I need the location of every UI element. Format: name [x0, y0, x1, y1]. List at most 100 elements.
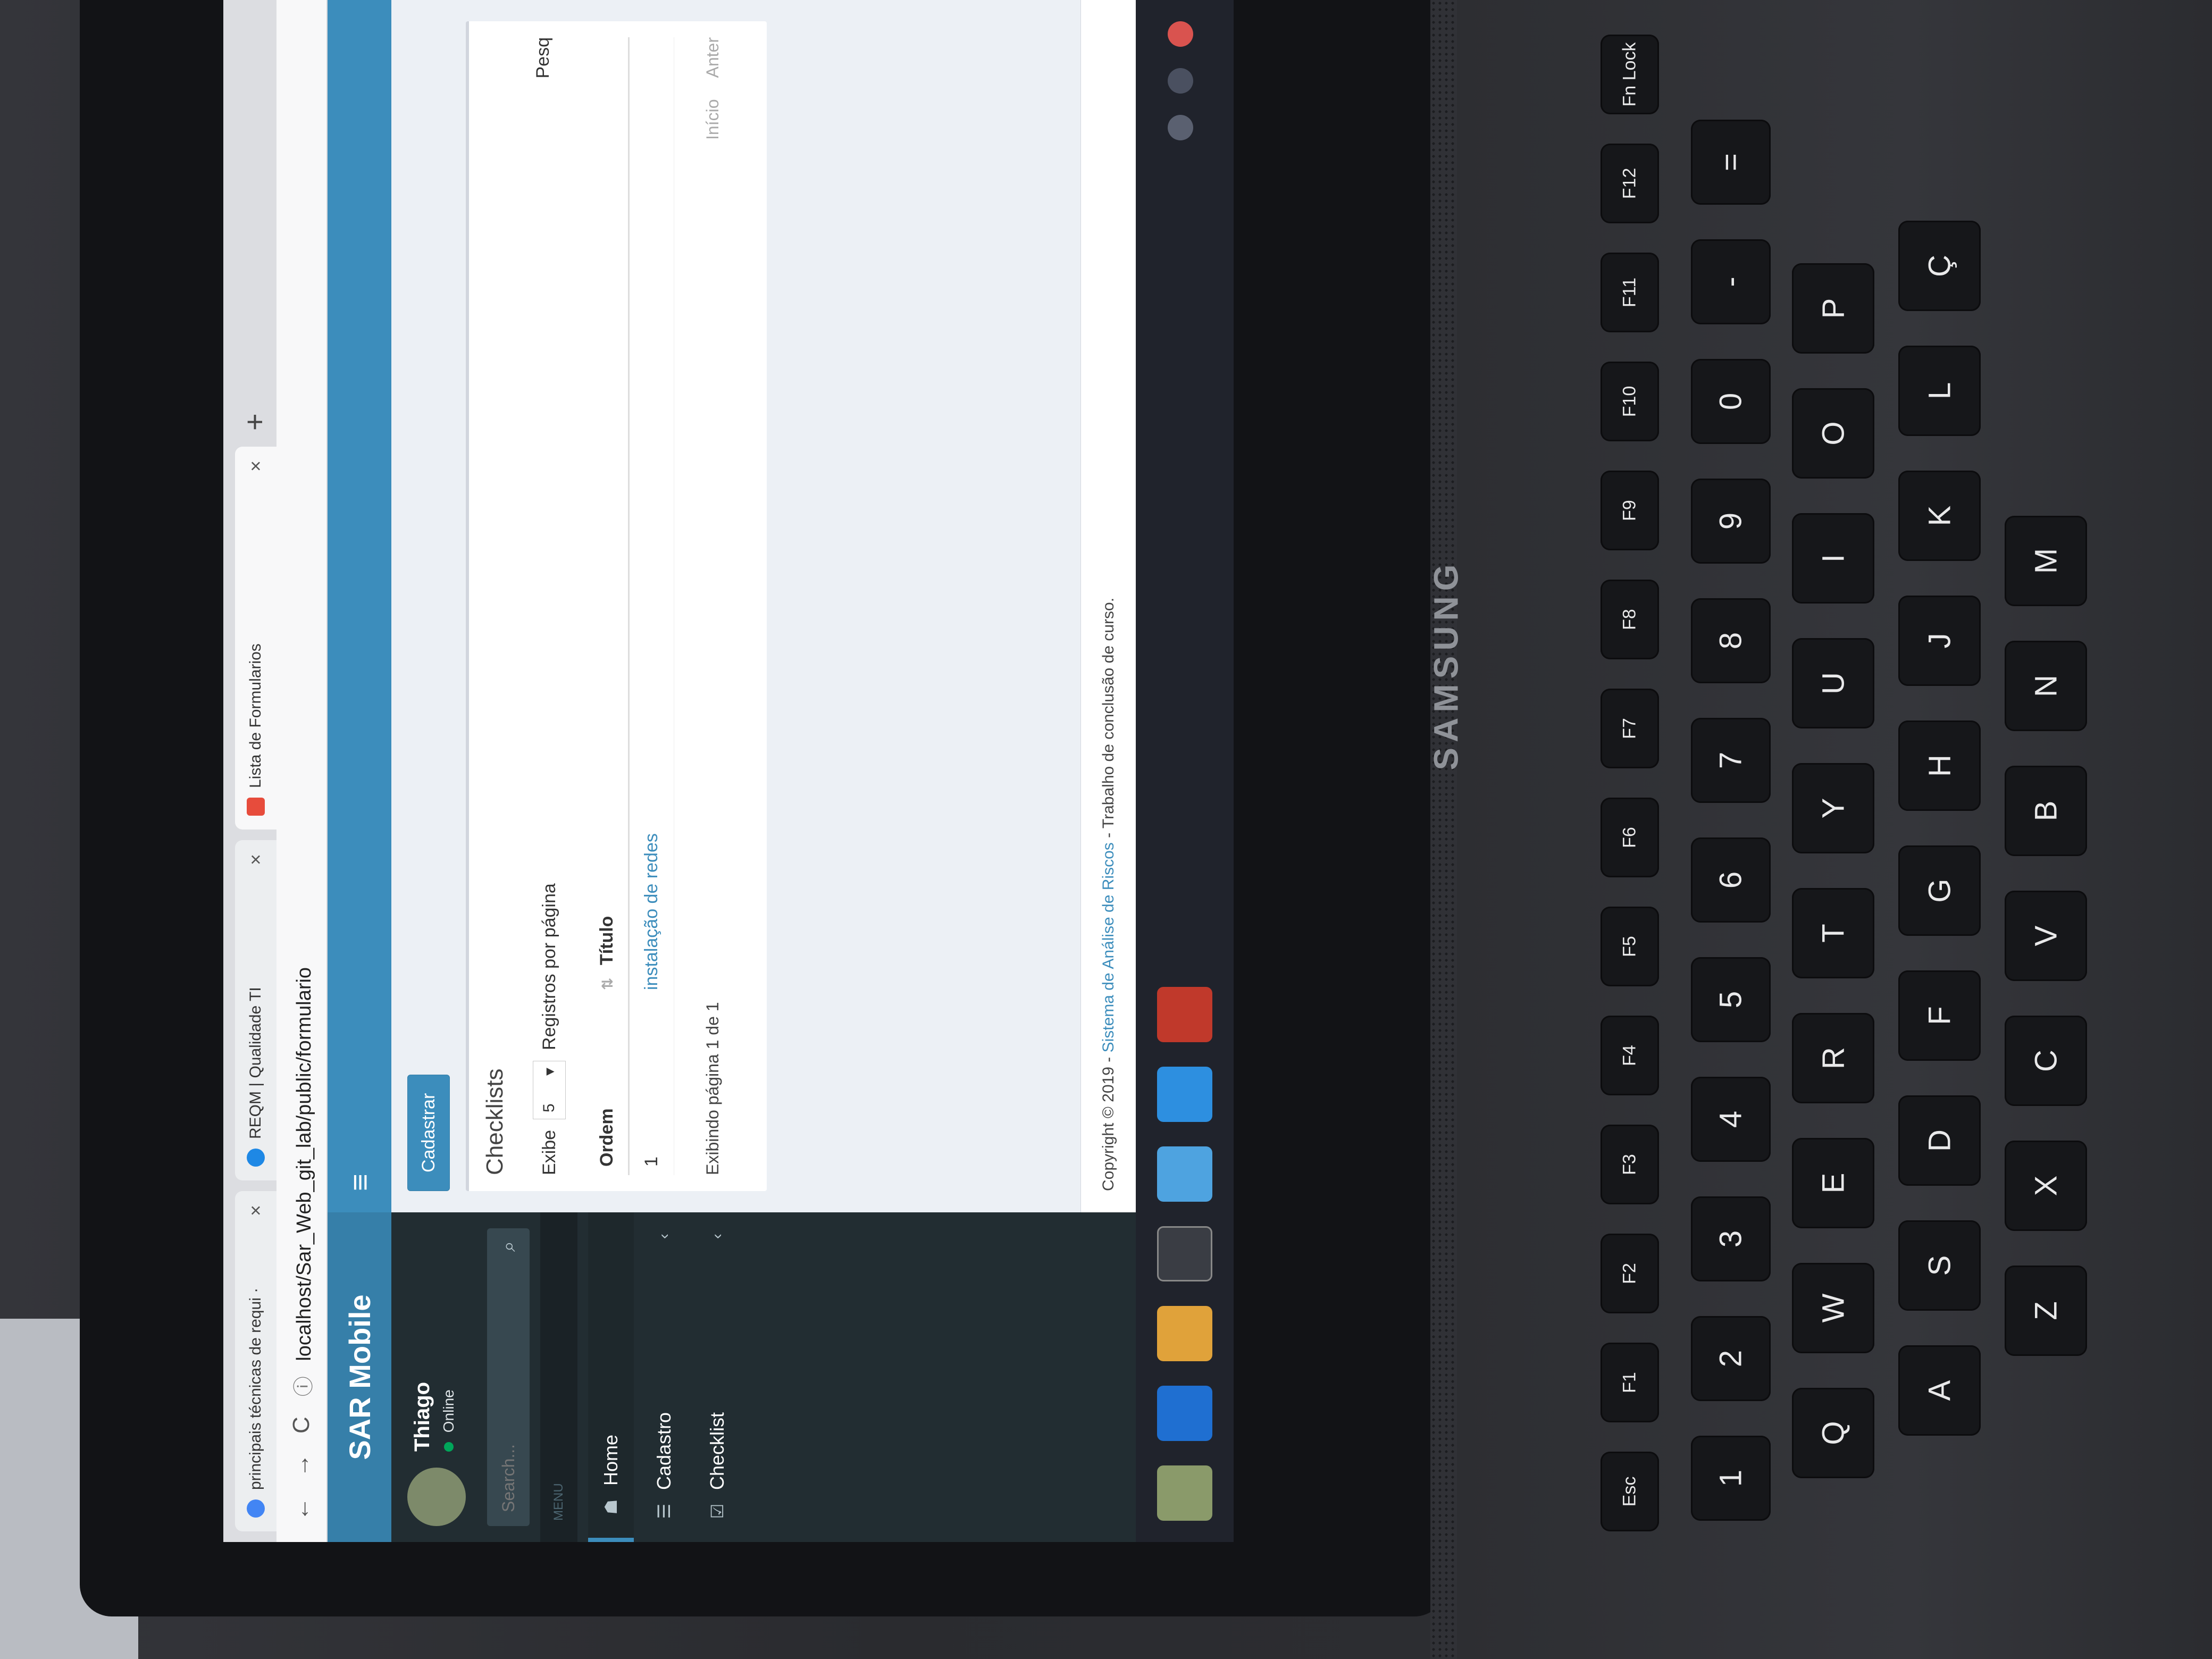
table-filter[interactable]: Pesq [533, 37, 554, 79]
sidebar-item-home[interactable]: ☗ Home [588, 1212, 634, 1542]
column-header-titulo[interactable]: ⇅ Título [586, 37, 629, 999]
key-f12[interactable]: F12 [1601, 144, 1659, 223]
firefox-icon[interactable] [1157, 1386, 1212, 1441]
footer-copyright: Copyright © 2019 - [1099, 1057, 1117, 1191]
tab-close-icon[interactable]: × [245, 460, 267, 472]
footer-system-name[interactable]: Sistema de Análise de Riscos [1100, 842, 1118, 1052]
key-e[interactable]: E [1792, 1138, 1874, 1228]
start-menu-icon[interactable] [1157, 1465, 1212, 1521]
key-s[interactable]: S [1898, 1220, 1981, 1311]
key-f11[interactable]: F11 [1601, 253, 1659, 332]
tab-principais[interactable]: principais técnicas de requi · × [235, 1191, 276, 1531]
key-fn-lock[interactable]: Fn Lock [1601, 35, 1659, 114]
key-3[interactable]: 3 [1691, 1196, 1771, 1281]
key-7[interactable]: 7 [1691, 718, 1771, 803]
key-c[interactable]: C [2005, 1016, 2087, 1106]
key-d[interactable]: D [1898, 1095, 1981, 1186]
key-f8[interactable]: F8 [1601, 580, 1659, 659]
key-a[interactable]: A [1898, 1345, 1981, 1436]
app-icon[interactable] [1157, 987, 1212, 1042]
key-l[interactable]: L [1898, 346, 1981, 436]
key-r[interactable]: R [1792, 1013, 1874, 1103]
key-f[interactable]: F [1898, 970, 1981, 1061]
back-arrow-icon[interactable]: ← [288, 1497, 315, 1521]
key-label: 9 [1713, 512, 1748, 530]
files-icon[interactable] [1157, 1146, 1212, 1202]
key-label: S [1922, 1255, 1957, 1276]
key-f3[interactable]: F3 [1601, 1125, 1659, 1204]
key-6[interactable]: 6 [1691, 837, 1771, 923]
key-f5[interactable]: F5 [1601, 907, 1659, 986]
tab-title: principais técnicas de requi · [247, 1287, 264, 1490]
key-0[interactable]: 0 [1691, 359, 1771, 444]
os-taskbar [1136, 0, 1234, 1542]
key-q[interactable]: Q [1792, 1388, 1874, 1478]
app-logo[interactable]: SAR Mobile [328, 1212, 391, 1542]
key-f9[interactable]: F9 [1601, 471, 1659, 550]
network-icon[interactable] [1168, 68, 1193, 94]
url-field[interactable]: ⓘ localhost/Sar_Web_git_lab/public/formu… [287, 967, 316, 1396]
key-esc[interactable]: Esc [1601, 1452, 1659, 1531]
key-p[interactable]: P [1792, 263, 1874, 354]
notification-icon[interactable] [1168, 21, 1193, 47]
pager-first[interactable]: Início [703, 99, 723, 139]
key-2[interactable]: 2 [1691, 1316, 1771, 1401]
tab-lista-formularios[interactable]: Lista de Formularios × [235, 447, 276, 830]
key-i[interactable]: I [1792, 513, 1874, 604]
key-f6[interactable]: F6 [1601, 798, 1659, 877]
key-o[interactable]: O [1792, 388, 1874, 479]
key-v[interactable]: V [2005, 891, 2087, 981]
key-1[interactable]: 1 [1691, 1436, 1771, 1521]
vscode-icon[interactable] [1157, 1067, 1212, 1122]
tab-close-icon[interactable]: × [245, 854, 267, 865]
key-8[interactable]: 8 [1691, 598, 1771, 683]
cadastrar-button[interactable]: Cadastrar [407, 1074, 450, 1191]
page-length-select[interactable]: 5 ▾ [533, 1060, 566, 1119]
forward-arrow-icon[interactable]: → [288, 1454, 315, 1477]
key--[interactable]: - [1691, 239, 1771, 324]
key-w[interactable]: W [1792, 1263, 1874, 1353]
key-t[interactable]: T [1792, 888, 1874, 978]
key-f10[interactable]: F10 [1601, 362, 1659, 441]
key-y[interactable]: Y [1792, 763, 1874, 853]
checklist-link[interactable]: instalação de redes [641, 833, 661, 990]
key-ç[interactable]: Ç [1898, 221, 1981, 311]
reload-icon[interactable]: C [288, 1417, 315, 1434]
search-icon[interactable]: ⌕ [497, 1241, 520, 1252]
tab-reqm[interactable]: REQM | Qualidade TI × [235, 840, 276, 1180]
key-f2[interactable]: F2 [1601, 1234, 1659, 1313]
key-u[interactable]: U [1792, 638, 1874, 728]
chrome-icon[interactable] [1157, 1306, 1212, 1361]
new-tab-button[interactable]: + [237, 413, 272, 431]
key-4[interactable]: 4 [1691, 1077, 1771, 1162]
key-j[interactable]: J [1898, 596, 1981, 686]
key-g[interactable]: G [1898, 845, 1981, 936]
key-k[interactable]: K [1898, 471, 1981, 561]
key-=[interactable]: = [1691, 120, 1771, 205]
key-f7[interactable]: F7 [1601, 689, 1659, 768]
key-z[interactable]: Z [2005, 1266, 2087, 1356]
page-length-control: Exibe 5 ▾ Registros por página [533, 883, 566, 1175]
menu-toggle-icon[interactable]: ≡ [342, 1174, 377, 1191]
key-m[interactable]: M [2005, 516, 2087, 606]
sidebar-item-checklist[interactable]: ☑ Checklist ‹ [694, 1212, 740, 1542]
key-label: P [1816, 298, 1850, 319]
tab-close-icon[interactable]: × [245, 1205, 267, 1216]
key-f4[interactable]: F4 [1601, 1016, 1659, 1095]
shield-icon[interactable] [1168, 115, 1193, 140]
key-n[interactable]: N [2005, 641, 2087, 731]
sidebar-item-label: Home [600, 1434, 622, 1486]
site-info-icon[interactable]: ⓘ [293, 1376, 315, 1396]
key-b[interactable]: B [2005, 766, 2087, 856]
pager-prev[interactable]: Anter [703, 37, 723, 78]
sidebar-item-cadastro[interactable]: ☰ Cadastro ‹ [641, 1212, 687, 1542]
column-header-ordem[interactable]: Ordem [586, 999, 629, 1175]
terminal-icon[interactable] [1157, 1226, 1212, 1281]
key-x[interactable]: X [2005, 1141, 2087, 1231]
key-label: Q [1816, 1421, 1850, 1445]
key-9[interactable]: 9 [1691, 479, 1771, 564]
key-h[interactable]: H [1898, 720, 1981, 811]
search-input[interactable] [498, 1277, 519, 1513]
key-f1[interactable]: F1 [1601, 1343, 1659, 1422]
key-5[interactable]: 5 [1691, 957, 1771, 1042]
